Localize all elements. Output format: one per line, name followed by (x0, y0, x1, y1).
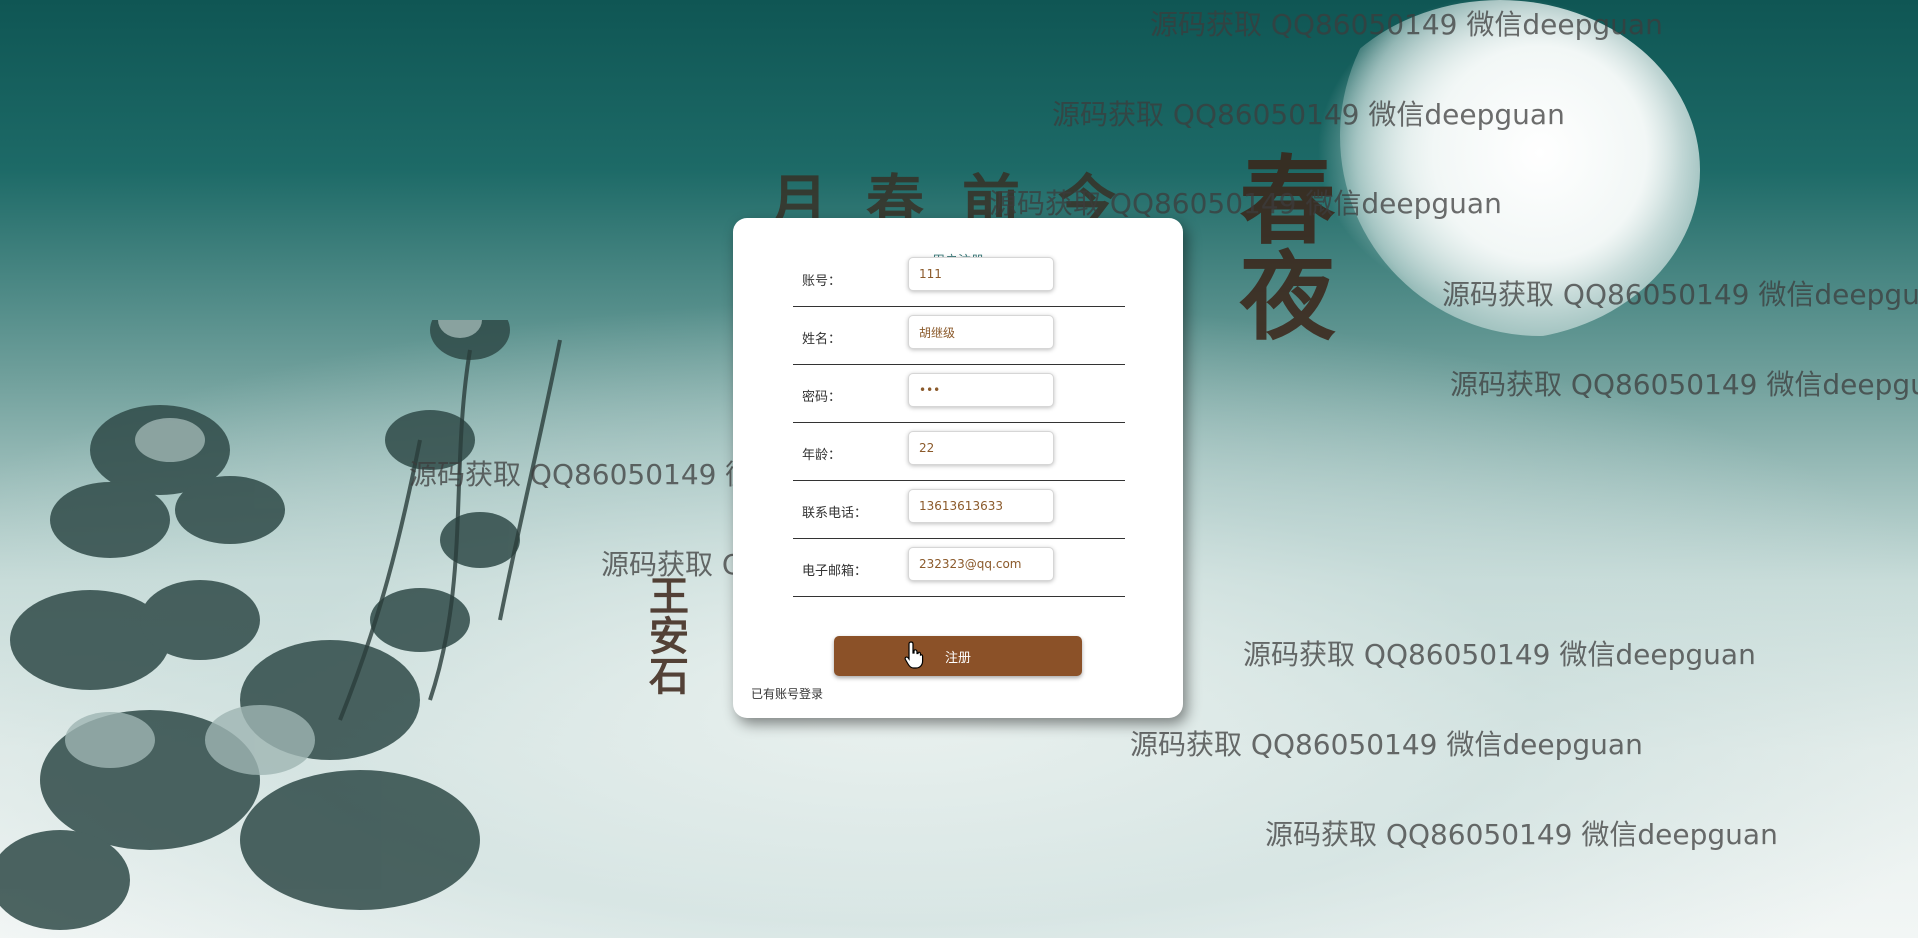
watermark-text: 源码获取 QQ86050149 微信deepguan (1243, 638, 1756, 671)
moon-illustration (1340, 0, 1700, 336)
page-background: 春夜 月春前今 王安石 源码获取 QQ86050149 微信deepguan 源… (0, 0, 1918, 938)
account-label: 账号： (802, 274, 842, 289)
form-row-email: 电子邮箱： (793, 540, 1125, 597)
password-label: 密码： (802, 390, 842, 405)
name-label: 姓名： (802, 332, 842, 347)
phone-label: 联系电话： (802, 506, 868, 521)
watermark-text: 源码获取 QQ86050149 微信deepguan (1130, 728, 1643, 761)
form-row-name: 姓名： (793, 308, 1125, 365)
watermark-text: 源码获取 QQ86050149 微信deepguan (1265, 818, 1778, 851)
age-input[interactable] (908, 431, 1054, 465)
watermark-text: 源码获取 QQ86050149 微信deepguan (1450, 368, 1918, 401)
email-input[interactable] (908, 547, 1054, 581)
password-input[interactable] (908, 373, 1054, 407)
hand-cursor-icon (904, 641, 924, 669)
form-row-phone: 联系电话： (793, 482, 1125, 539)
ink-flower-illustration (0, 320, 562, 930)
form-row-age: 年龄： (793, 424, 1125, 481)
register-button[interactable]: 注册 (834, 636, 1082, 676)
account-input[interactable] (908, 257, 1054, 291)
name-input[interactable] (908, 315, 1054, 349)
email-label: 电子邮箱： (802, 564, 868, 579)
poem-title: 春夜 (1223, 150, 1336, 342)
age-label: 年龄： (802, 448, 842, 463)
login-link[interactable]: 已有账号登录 (751, 685, 823, 702)
form-row-password: 密码： (793, 366, 1125, 423)
poem-author: 王安石 (642, 575, 689, 695)
phone-input[interactable] (908, 489, 1054, 523)
form-row-account: 账号： (793, 250, 1125, 307)
register-card: 用户注册 账号： 姓名： 密码： 年龄： 联系电话： 电子邮箱： 注册 已有账号… (733, 218, 1183, 718)
